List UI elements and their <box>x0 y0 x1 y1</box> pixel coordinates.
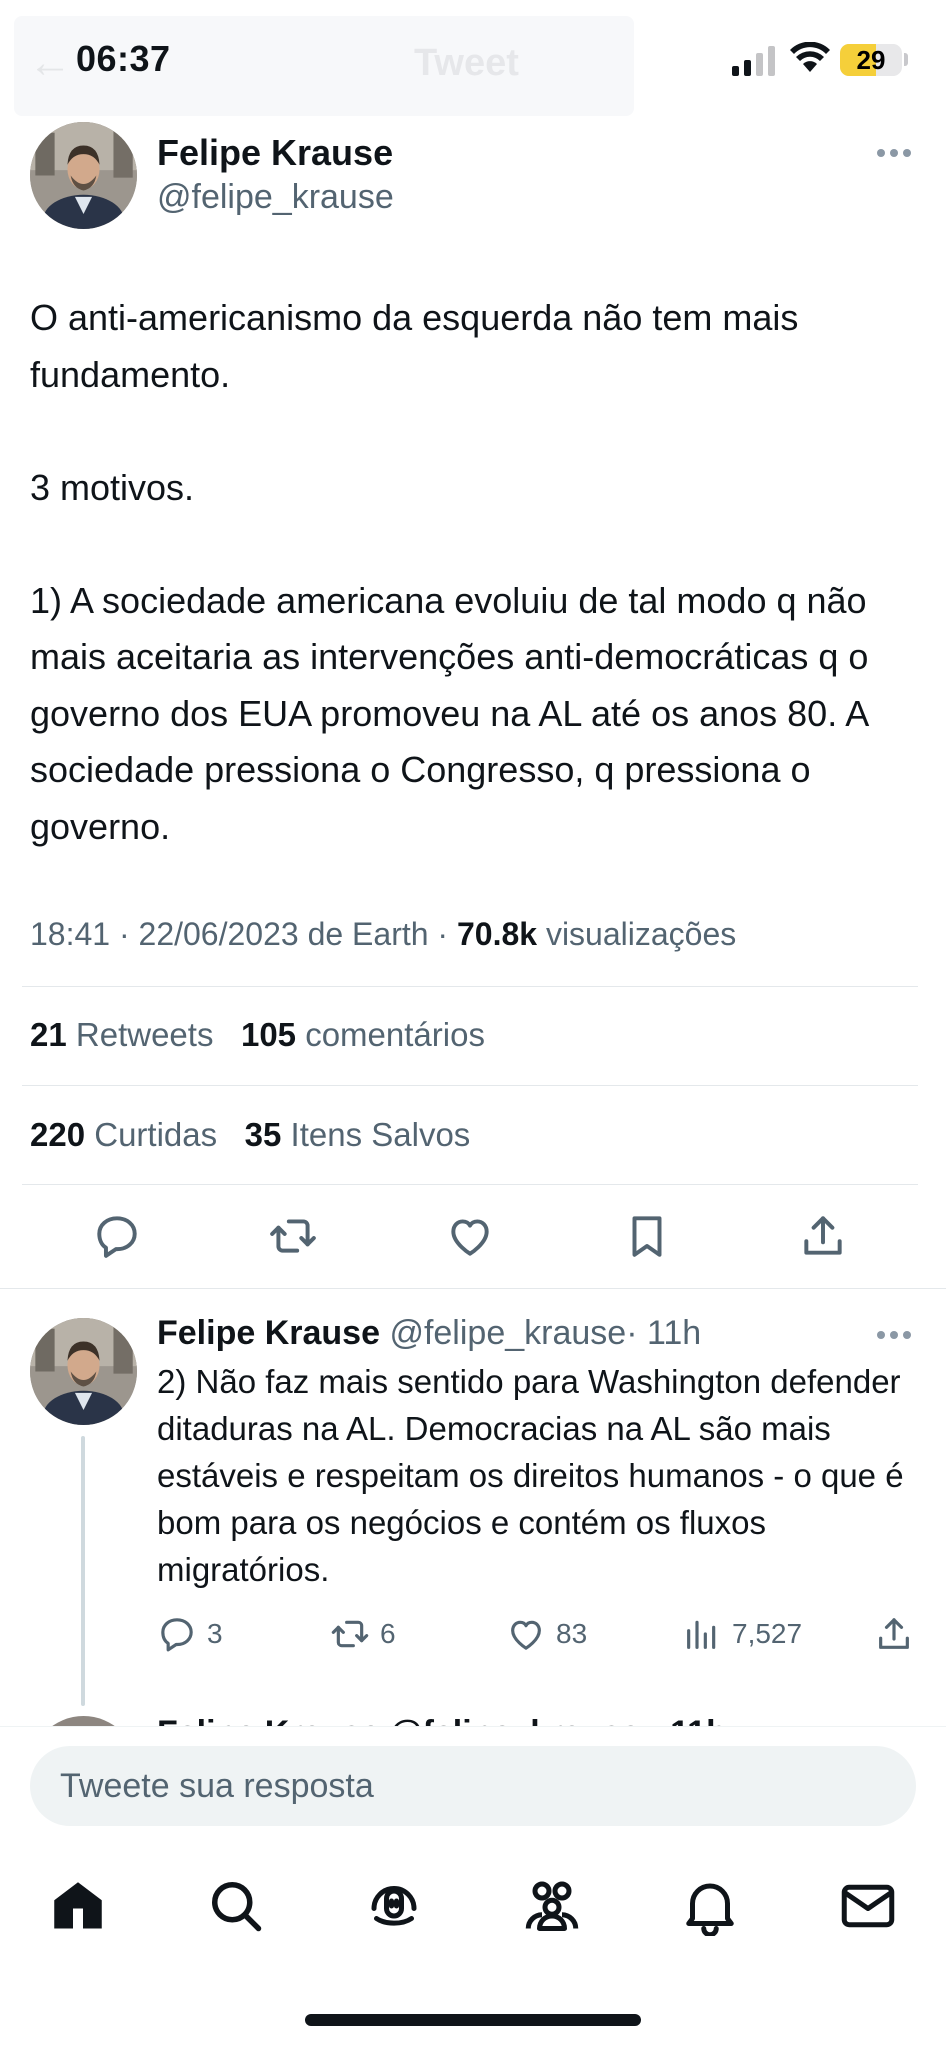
reply-text: 2) Não faz mais sentido para Washington … <box>157 1363 904 1588</box>
bookmark-icon[interactable] <box>622 1211 672 1261</box>
search-icon[interactable] <box>206 1876 266 1936</box>
wifi-icon <box>790 42 830 72</box>
reply-replies-count: 3 <box>207 1618 223 1649</box>
communities-icon[interactable] <box>522 1876 582 1936</box>
more-options-icon[interactable] <box>876 148 912 158</box>
status-time: 06:37 <box>76 38 171 79</box>
comments-count: 105 <box>240 1016 297 1053</box>
divider <box>0 1288 946 1289</box>
reply-like-button[interactable]: 83 <box>506 1614 587 1654</box>
retweets-label: Retweets <box>75 1016 214 1053</box>
author-avatar[interactable] <box>30 122 137 229</box>
share-icon <box>879 1618 909 1649</box>
reply-author-handle[interactable]: @felipe_krause <box>389 1314 626 1352</box>
views-label: visualizações <box>545 916 737 952</box>
spaces-icon[interactable] <box>364 1876 424 1936</box>
retweets-count: 21 <box>30 1016 67 1053</box>
reply-views-button[interactable]: 7,527 <box>682 1614 802 1654</box>
tweet-timestamp: 18:41 · 22/06/2023 de Earth · <box>30 916 457 952</box>
retweet-icon[interactable] <box>268 1211 318 1261</box>
battery-tip <box>904 53 908 66</box>
reply-more-options-icon[interactable] <box>876 1330 912 1340</box>
divider <box>22 1085 918 1086</box>
battery-indicator: 29 <box>840 44 902 76</box>
reply-time: · 11h <box>626 1314 702 1352</box>
thread-line <box>81 1436 85 1706</box>
likes-saves-stats: 220 Curtidas 35 Itens Salvos <box>30 1116 470 1154</box>
reply-reply-button[interactable]: 3 <box>157 1614 223 1654</box>
back-arrow-icon[interactable]: ← <box>28 38 72 88</box>
reply-retweets-count: 6 <box>380 1618 396 1649</box>
tweet-text: O anti-americanismo da esquerda não tem … <box>30 297 869 847</box>
like-icon[interactable] <box>445 1211 495 1261</box>
author-name[interactable]: Felipe Krause <box>157 132 393 174</box>
battery-level: 29 <box>856 45 886 75</box>
reply-retweet-button[interactable]: 6 <box>330 1614 396 1654</box>
share-icon[interactable] <box>798 1211 848 1261</box>
retweet-icon <box>331 1620 369 1648</box>
views-count: 70.8k <box>456 916 538 952</box>
comments-label: comentários <box>305 1016 485 1053</box>
views-icon <box>687 1620 716 1649</box>
reply-header: Felipe Krause @felipe_krause· 11h <box>157 1314 701 1353</box>
header-title: Tweet <box>414 42 519 84</box>
reply-author-name[interactable]: Felipe Krause <box>157 1314 380 1352</box>
reply-icon <box>161 1618 193 1652</box>
comments-stat[interactable]: 105 comentários <box>241 1016 485 1053</box>
tweet-meta: 18:41 · 22/06/2023 de Earth · 70.8k visu… <box>30 916 736 953</box>
reply-views-count: 7,527 <box>732 1618 803 1649</box>
cellular-signal-icon <box>732 46 775 76</box>
saves-stat[interactable]: 35 Itens Salvos <box>245 1116 471 1153</box>
saves-label: Itens Salvos <box>290 1116 471 1153</box>
retweet-comment-stats: 21 Retweets 105 comentários <box>30 1016 485 1054</box>
author-handle[interactable]: @felipe_krause <box>157 178 394 217</box>
like-icon <box>511 1620 541 1650</box>
likes-stat[interactable]: 220 Curtidas <box>30 1116 217 1153</box>
next-tweet-peek: Felipe Krause @felipe_krause · 11h <box>0 1708 946 1728</box>
reply-likes-count: 83 <box>556 1618 588 1649</box>
home-icon[interactable] <box>48 1876 108 1936</box>
home-indicator <box>305 2014 641 2026</box>
saves-count: 35 <box>244 1116 282 1153</box>
likes-label: Curtidas <box>94 1116 218 1153</box>
reply-compose-input[interactable]: Tweete sua resposta <box>30 1746 916 1826</box>
likes-count: 220 <box>30 1116 86 1153</box>
reply-author-avatar[interactable] <box>30 1318 137 1425</box>
messages-icon[interactable] <box>838 1876 898 1936</box>
divider <box>22 1184 918 1185</box>
retweets-stat[interactable]: 21 Retweets <box>30 1016 213 1053</box>
reply-icon[interactable] <box>92 1211 142 1261</box>
reply-share-button[interactable] <box>874 1614 914 1654</box>
divider <box>22 986 918 987</box>
notifications-icon[interactable] <box>680 1876 740 1936</box>
